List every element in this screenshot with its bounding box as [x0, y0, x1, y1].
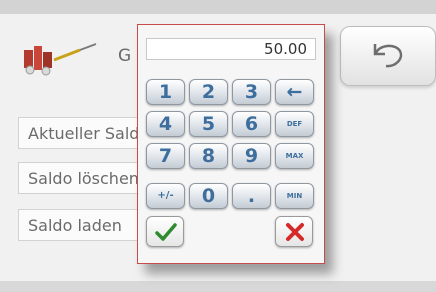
cross-icon	[286, 223, 304, 241]
key-1[interactable]: 1	[146, 79, 185, 105]
undo-back-icon	[373, 44, 403, 68]
ok-button[interactable]	[146, 216, 184, 247]
key-6[interactable]: 6	[232, 111, 271, 137]
bottom-bar	[0, 281, 436, 292]
key-max[interactable]: MAX	[275, 143, 314, 169]
app-title-letter: G	[118, 46, 132, 66]
key-8[interactable]: 8	[189, 143, 228, 169]
key-min[interactable]: MIN	[275, 183, 314, 209]
key-backspace[interactable]: ←	[275, 79, 314, 105]
key-7[interactable]: 7	[146, 143, 185, 169]
key-decimal[interactable]: .	[232, 183, 271, 209]
numeric-keypad-dialog: 50.00 1 2 3 ← 4 5 6 DEF 7 8 9 MAX +/- 0 …	[137, 24, 325, 264]
key-9[interactable]: 9	[232, 143, 271, 169]
key-3[interactable]: 3	[232, 79, 271, 105]
logo-icon	[24, 43, 97, 76]
key-def[interactable]: DEF	[275, 111, 314, 137]
keypad-display[interactable]: 50.00	[146, 38, 316, 60]
key-2[interactable]: 2	[189, 79, 228, 105]
cancel-button[interactable]	[275, 216, 313, 247]
checkmark-icon	[155, 223, 177, 241]
key-sign[interactable]: +/-	[146, 183, 185, 209]
top-bar	[0, 0, 436, 14]
key-5[interactable]: 5	[189, 111, 228, 137]
key-4[interactable]: 4	[146, 111, 185, 137]
back-button[interactable]	[340, 26, 436, 86]
key-0[interactable]: 0	[189, 183, 228, 209]
